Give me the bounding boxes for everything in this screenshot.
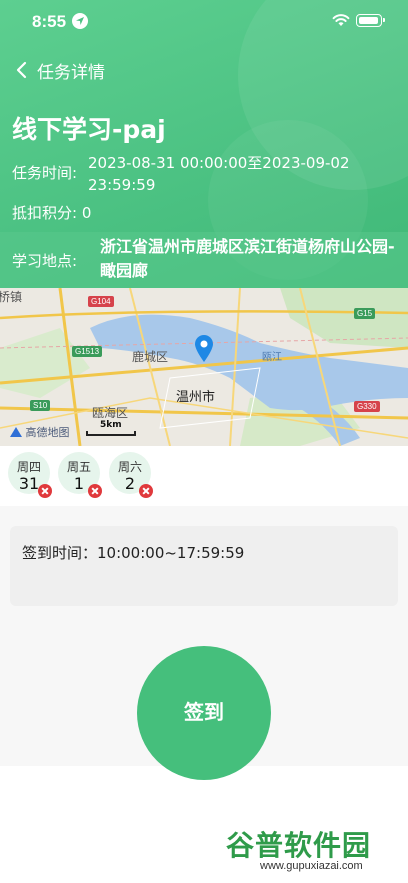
nav-bar: 任务详情 (0, 52, 408, 88)
map-view[interactable]: 桥镇 鹿城区 温州市 瓯海区 瓯江 G104 G15 G1513 S10 G33… (0, 288, 408, 446)
watermark-url: www.gupuxiazai.com (260, 860, 363, 872)
location-value: 浙江省温州市鹿城区滨江街道杨府山公园-瞰园廊 (100, 237, 395, 280)
status-bar: 8:55 (0, 0, 408, 44)
map-logo-text: 高德地图 (25, 426, 70, 439)
status-time: 8:55 (32, 12, 67, 31)
checkin-time-text: 签到时间：10:00:00~17:59:59 (22, 544, 245, 562)
day-name: 周六 (117, 460, 142, 474)
back-chevron-icon[interactable] (12, 60, 32, 80)
location-label: 学习地点: (12, 252, 78, 270)
map-label-lucheng: 鹿城区 (132, 350, 169, 364)
checkin-time-card: 签到时间：10:00:00~17:59:59 (10, 526, 398, 606)
task-time-value: 2023-08-31 00:00:00至2023-09-02 23:59:59 (88, 154, 350, 194)
task-title: 线下学习-paj (12, 115, 166, 144)
wifi-icon (332, 14, 350, 26)
location-bar: 学习地点: 浙江省温州市鹿城区滨江街道杨府山公园-瞰园廊 (0, 232, 408, 288)
scale-text: 5km (100, 420, 122, 430)
map-logo-icon (10, 427, 22, 437)
map-scale: 5km (86, 420, 136, 436)
watermark: 谷普软件园 www.gupuxiazai.com (218, 820, 408, 883)
location-arrow-icon (72, 13, 88, 29)
nav-title[interactable]: 任务详情 (37, 58, 105, 83)
map-label-town: 桥镇 (0, 290, 23, 304)
road-shield: G15 (354, 308, 376, 319)
points-text: 抵扣积分: 0 (12, 204, 92, 222)
map-logo: 高德地图 (10, 424, 70, 440)
road-shield: G330 (354, 401, 380, 412)
road-shield: G1513 (72, 346, 103, 357)
map-canvas (0, 288, 408, 446)
location-pin-icon[interactable] (193, 333, 215, 363)
day-item[interactable]: 周四 31 (8, 452, 52, 498)
battery-icon (356, 14, 385, 27)
absent-x-icon (38, 484, 52, 498)
watermark-title: 谷普软件园 (226, 829, 372, 862)
sign-in-button[interactable]: 签到 (137, 646, 271, 780)
day-item[interactable]: 周五 1 (58, 452, 102, 498)
scale-line (86, 431, 136, 436)
map-label-ouhai: 瓯海区 (92, 406, 129, 420)
road-shield: S10 (30, 400, 51, 411)
day-item[interactable]: 周六 2 (109, 452, 153, 498)
road-shield: G104 (88, 296, 114, 307)
day-name: 周四 (16, 460, 41, 474)
absent-x-icon (88, 484, 102, 498)
task-time-label: 任务时间: (12, 164, 78, 182)
day-list: 周四 31 周五 1 周六 2 (0, 446, 408, 506)
map-label-wenzhou: 温州市 (176, 390, 216, 405)
day-name: 周五 (66, 460, 91, 474)
absent-x-icon (139, 484, 153, 498)
map-label-river: 瓯江 (262, 352, 282, 363)
